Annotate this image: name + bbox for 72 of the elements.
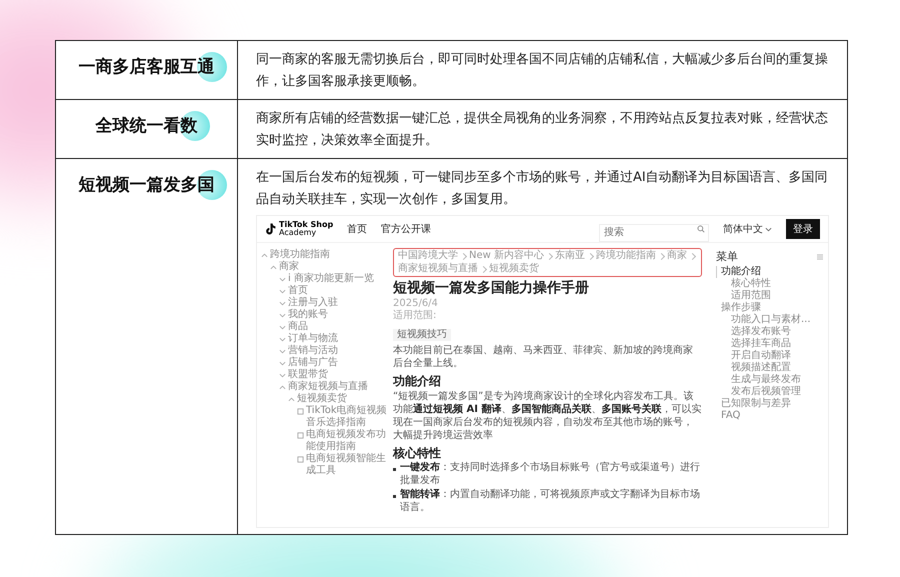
- sidebar-item[interactable]: 商家短视频与直播: [288, 381, 368, 393]
- sidebar-item[interactable]: 短视频卖货: [297, 393, 347, 405]
- menu-item[interactable]: 选择发布账号: [726, 326, 791, 338]
- menu-item[interactable]: 功能入口与素材...: [726, 314, 811, 326]
- sidebar-item[interactable]: TikTok电商短视频音乐选择指南: [306, 405, 387, 429]
- heading-accent: [196, 52, 226, 82]
- scope-label: 适用范围:: [393, 310, 438, 322]
- search-icon: [697, 225, 705, 233]
- sidebar-item[interactable]: 商家: [279, 261, 299, 273]
- row-description: 在一国后台发布的短视频，可一键同步至多个市场的账号，并通过AI自动翻译为目标国语言、多国同品自动关联挂车，实现一次创作，多国复用。: [256, 169, 829, 209]
- breadcrumb-link[interactable]: 跨境功能指南: [596, 250, 656, 262]
- menu-item[interactable]: 功能介绍: [716, 266, 761, 278]
- menu-item[interactable]: 操作步骤: [716, 302, 761, 314]
- caret-icon: [765, 226, 772, 232]
- row-description: 同一商家的客服无需切换后台，即可同时处理各国不同店铺的店铺私信，大幅减少多后台间的重复操作，让多国客服承接更顺畅。: [256, 51, 829, 91]
- section-paragraph: “短视频一篇发多国”是专为跨境商家设计的全球化内容发布工具。该功能通过短视频 AI 翻译、多国智能商品关联、多国账号关联，可以实现在一国商家后台发布的短视频内容，自动发布至其他市场的账号，大幅提升跨境运营效率: [393, 390, 702, 442]
- sidebar-item[interactable]: 店铺与广告: [288, 357, 338, 369]
- row-description: 商家所有店铺的经营数据一键汇总，提供全局视角的业务洞察，不用跨站点反复拉表对账，经营状态实时监控，决策效率全面提升。: [256, 110, 829, 150]
- list-icon[interactable]: [816, 252, 824, 260]
- nav-link[interactable]: 官方公开课: [381, 222, 432, 236]
- breadcrumb-link[interactable]: 商家: [667, 250, 687, 262]
- sidebar-item[interactable]: 订单与物流: [288, 333, 338, 345]
- bullet-icon: [393, 495, 396, 498]
- menu-item[interactable]: 视频描述配置: [726, 362, 791, 374]
- sidebar-item[interactable]: 跨境功能指南: [270, 249, 330, 261]
- sidebar-item[interactable]: 我的账号: [288, 309, 328, 321]
- logo-subtext: Academy: [279, 229, 316, 237]
- language-selector[interactable]: 简体中文: [723, 222, 772, 236]
- bullet-icon: [393, 468, 396, 471]
- breadcrumb-link[interactable]: 中国跨境大学: [398, 250, 458, 262]
- logo-text: TikTok Shop: [279, 221, 334, 229]
- menu-item[interactable]: 选择挂车商品: [726, 338, 791, 350]
- search-field[interactable]: 搜索: [599, 224, 709, 242]
- login-button[interactable]: 登录: [786, 219, 820, 239]
- sidebar-item[interactable]: 首页: [288, 285, 308, 297]
- document-icon: [297, 408, 304, 415]
- intro-paragraph: 本功能目前已在泰国、越南、马来西亚、菲律宾、新加坡的跨境商家后台全量上线。: [393, 344, 694, 370]
- breadcrumb-link[interactable]: New 新内容中心: [469, 250, 544, 262]
- document-icon: [297, 432, 304, 439]
- nav-link[interactable]: 首页: [347, 222, 368, 236]
- music-note-icon: [265, 223, 276, 235]
- menu-item[interactable]: 核心特性: [726, 278, 771, 290]
- breadcrumb-link[interactable]: 短视频卖货: [489, 263, 539, 275]
- document-icon: [297, 456, 304, 463]
- article-date: 2025/6/4: [393, 298, 439, 310]
- sidebar-item[interactable]: i 商家功能更新一览: [288, 273, 374, 285]
- section-heading: 核心特性: [393, 446, 442, 460]
- breadcrumb-link[interactable]: 东南亚: [555, 250, 585, 262]
- bullet-text: 一键发布：支持同时选择多个市场目标账号（官方号或渠道号）进行批量发布: [400, 461, 701, 487]
- row-heading: 短视频一篇发多国: [78, 175, 214, 195]
- heading-accent: [196, 170, 226, 200]
- sidebar-item[interactable]: 电商短视频智能生成工具: [306, 453, 387, 477]
- row-heading: 全球统一看数: [96, 116, 198, 136]
- menu-item[interactable]: 开启自动翻译: [726, 350, 791, 362]
- sidebar-item[interactable]: 注册与入驻: [288, 297, 338, 309]
- sidebar-item[interactable]: 联盟带货: [288, 369, 328, 381]
- article-title: 短视频一篇发多国能力操作手册: [393, 280, 590, 297]
- menu-item[interactable]: 发布后视频管理: [726, 386, 801, 398]
- sidebar-item[interactable]: 营销与活动: [288, 345, 338, 357]
- menu-item[interactable]: 生成与最终发布: [726, 374, 801, 386]
- sidebar-item[interactable]: 商品: [288, 321, 308, 333]
- row-heading: 一商多店客服互通: [78, 57, 214, 77]
- bullet-text: 智能转译：内置自动翻译功能，可将视频原声或文字翻译为目标市场语言。: [400, 488, 701, 514]
- topic-tag[interactable]: 短视频技巧: [393, 329, 451, 341]
- menu-title: 菜单: [716, 249, 738, 264]
- breadcrumb-link[interactable]: 商家短视频与直播: [398, 263, 478, 275]
- sidebar-item[interactable]: 电商短视频发布功能使用指南: [306, 429, 387, 453]
- menu-item[interactable]: 适用范围: [726, 290, 771, 302]
- menu-item[interactable]: FAQ: [716, 410, 740, 422]
- menu-item[interactable]: 已知限制与差异: [716, 398, 791, 410]
- section-heading: 功能介绍: [393, 374, 442, 388]
- heading-accent: [180, 111, 210, 141]
